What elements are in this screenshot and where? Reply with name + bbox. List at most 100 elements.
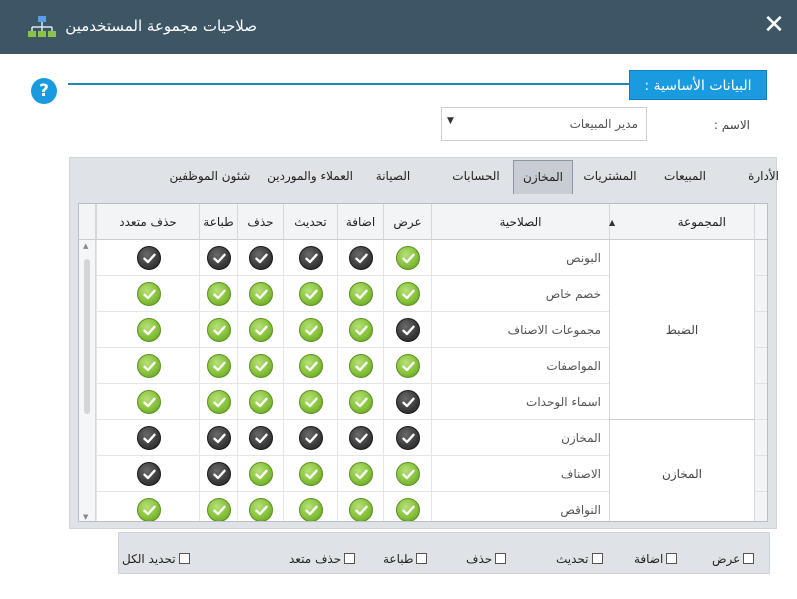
column-group[interactable]: المجموعة	[609, 204, 754, 240]
tab-purchases[interactable]: المشتريات	[581, 160, 639, 194]
checkmark-on-icon[interactable]	[396, 246, 420, 270]
checkbox-view[interactable]: عرض	[712, 552, 755, 568]
checkmark-on-icon[interactable]	[299, 282, 323, 306]
row-indicator[interactable]	[754, 348, 767, 384]
checkmark-on-icon[interactable]	[299, 390, 323, 414]
column-print[interactable]: طباعة	[199, 204, 237, 240]
row-indicator[interactable]	[754, 456, 767, 492]
name-dropdown[interactable]: مدير المبيعات ▼	[441, 107, 647, 141]
vertical-scrollbar[interactable]: ▲ ▼	[79, 240, 96, 521]
checkmark-on-icon[interactable]	[396, 498, 420, 521]
column-add[interactable]: اضافة	[337, 204, 383, 240]
checkmark-on-icon[interactable]	[349, 498, 373, 521]
checkbox-select-all[interactable]: تحديد الكل	[122, 552, 190, 568]
checkbox-box[interactable]	[178, 553, 190, 564]
checkmark-on-icon[interactable]	[207, 282, 231, 306]
checkmark-off-icon[interactable]	[349, 246, 373, 270]
checkbox-box[interactable]	[344, 553, 356, 564]
checkbox-box[interactable]	[591, 553, 603, 564]
checkbox-delete[interactable]: حذف	[466, 552, 507, 568]
checkmark-on-icon[interactable]	[396, 282, 420, 306]
checkmark-on-icon[interactable]	[136, 282, 161, 306]
checkmark-on-icon[interactable]	[299, 354, 323, 378]
checkbox-update[interactable]: تحديث	[556, 552, 603, 568]
checkmark-off-icon[interactable]	[396, 390, 420, 414]
checkmark-on-icon[interactable]	[136, 354, 161, 378]
checkmark-on-icon[interactable]	[207, 318, 231, 342]
checkmark-off-icon[interactable]	[207, 426, 231, 450]
checkmark-on-icon[interactable]	[207, 498, 231, 521]
checkbox-box[interactable]	[743, 553, 755, 564]
permission-cell-update	[283, 456, 337, 492]
permission-cell-update	[283, 348, 337, 384]
scroll-up-icon[interactable]: ▲	[83, 242, 88, 250]
close-button[interactable]: ✕	[763, 12, 785, 38]
row-indicator[interactable]	[754, 240, 767, 276]
checkmark-on-icon[interactable]	[207, 390, 231, 414]
row-indicator[interactable]	[754, 276, 767, 312]
column-delete[interactable]: حذف	[237, 204, 283, 240]
column-view[interactable]: عرض	[383, 204, 431, 240]
row-indicator[interactable]	[754, 492, 767, 521]
checkmark-on-icon[interactable]	[249, 498, 273, 521]
checkmark-off-icon[interactable]	[249, 426, 273, 450]
checkmark-on-icon[interactable]	[299, 498, 323, 521]
checkbox-add[interactable]: اضافة	[634, 552, 678, 568]
column-update[interactable]: تحديث	[283, 204, 337, 240]
checkmark-on-icon[interactable]	[349, 354, 373, 378]
checkmark-on-icon[interactable]	[207, 354, 231, 378]
tab-maintenance[interactable]: الصيانة	[360, 160, 426, 194]
checkmark-on-icon[interactable]	[136, 318, 161, 342]
sort-ascending-icon: ▲	[609, 218, 616, 227]
permission-cell-update	[283, 492, 337, 521]
checkmark-on-icon[interactable]	[249, 462, 273, 486]
tab-hr[interactable]: شئون الموظفين	[165, 160, 255, 194]
checkmark-off-icon[interactable]	[207, 462, 231, 486]
checkmark-off-icon[interactable]	[349, 426, 373, 450]
checkmark-off-icon[interactable]	[136, 462, 161, 486]
tab-administration[interactable]: الأدارة	[748, 160, 779, 194]
column-multi-delete[interactable]: حذف متعدد	[96, 204, 199, 240]
help-button[interactable]: ?	[31, 78, 57, 104]
row-indicator[interactable]	[754, 384, 767, 420]
checkmark-off-icon[interactable]	[396, 426, 420, 450]
row-indicator[interactable]	[754, 420, 767, 456]
checkmark-off-icon[interactable]	[207, 246, 231, 270]
checkmark-off-icon[interactable]	[136, 246, 161, 270]
scroll-down-icon[interactable]: ▼	[83, 513, 88, 521]
checkbox-print[interactable]: طباعة	[383, 552, 428, 568]
permission-cell-print	[199, 420, 237, 456]
checkmark-on-icon[interactable]	[396, 462, 420, 486]
checkmark-on-icon[interactable]	[349, 462, 373, 486]
name-label: الاسم :	[713, 118, 750, 132]
checkmark-on-icon[interactable]	[249, 282, 273, 306]
checkmark-on-icon[interactable]	[136, 498, 161, 521]
checkmark-off-icon[interactable]	[249, 246, 273, 270]
permission-cell-multi-delete	[96, 420, 199, 456]
checkmark-on-icon[interactable]	[349, 390, 373, 414]
checkmark-off-icon[interactable]	[136, 426, 161, 450]
scrollbar-thumb[interactable]	[84, 259, 90, 414]
checkbox-multi-delete[interactable]: حذف متعد	[289, 552, 356, 568]
checkmark-on-icon[interactable]	[299, 318, 323, 342]
checkbox-box[interactable]	[416, 553, 428, 564]
checkmark-on-icon[interactable]	[349, 318, 373, 342]
tab-accounts[interactable]: الحسابات	[447, 160, 505, 194]
checkmark-off-icon[interactable]	[299, 246, 323, 270]
checkbox-box[interactable]	[666, 553, 678, 564]
tab-sales[interactable]: المبيعات	[659, 160, 711, 194]
checkmark-on-icon[interactable]	[299, 462, 323, 486]
checkbox-box[interactable]	[495, 553, 507, 564]
checkmark-on-icon[interactable]	[396, 354, 420, 378]
column-permission[interactable]: الصلاحية	[431, 204, 609, 240]
tab-stores[interactable]: المخازن	[513, 160, 573, 194]
checkmark-on-icon[interactable]	[249, 354, 273, 378]
checkmark-off-icon[interactable]	[396, 318, 420, 342]
checkmark-on-icon[interactable]	[249, 390, 273, 414]
checkmark-off-icon[interactable]	[299, 426, 323, 450]
row-indicator[interactable]	[754, 312, 767, 348]
tab-customers-suppliers[interactable]: العملاء والموردين	[267, 160, 353, 194]
checkmark-on-icon[interactable]	[136, 390, 161, 414]
checkmark-on-icon[interactable]	[249, 318, 273, 342]
checkmark-on-icon[interactable]	[349, 282, 373, 306]
